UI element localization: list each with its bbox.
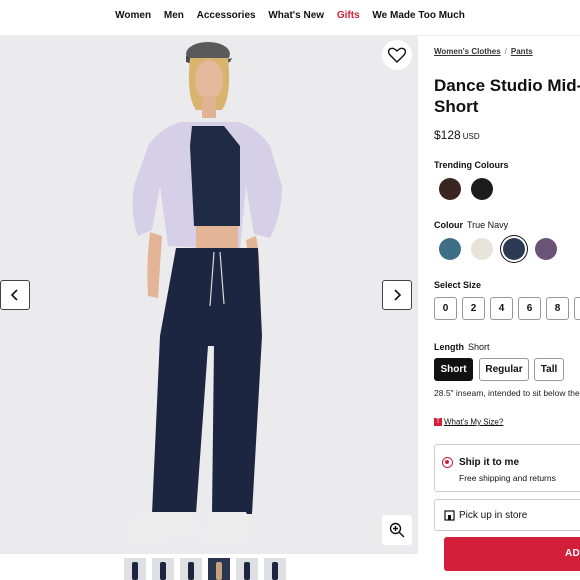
inseam-note: 28.5" inseam, intended to sit below the … (434, 388, 580, 398)
model-right-shoe (204, 512, 249, 540)
colour-swatch-true-navy[interactable] (503, 238, 525, 260)
zoom-in-icon (389, 522, 405, 538)
model-midriff (196, 226, 238, 250)
thumbnail-4[interactable] (208, 558, 230, 580)
breadcrumb-pants[interactable]: Pants (511, 47, 533, 56)
length-label-text: Length (434, 342, 464, 352)
thumbnail-5[interactable] (236, 558, 258, 580)
colour-swatch-teal[interactable] (439, 238, 461, 260)
store-icon (444, 510, 455, 521)
add-to-bag-label: ADD TO BAG (565, 548, 580, 559)
size-option-10[interactable] (574, 297, 580, 320)
wishlist-button[interactable] (382, 40, 412, 70)
length-option-short[interactable]: Short (434, 358, 473, 381)
nav-item-gifts[interactable]: Gifts (337, 10, 360, 21)
selected-length-name: Short (468, 342, 490, 352)
model-left-shoe (128, 512, 196, 540)
price-currency: USD (462, 132, 480, 141)
trending-colours-label: Trending Colours (434, 160, 509, 170)
product-title-line-1: Dance Studio Mid-Rise Pant (434, 76, 580, 95)
product-title-line-2: Short (434, 97, 479, 116)
size-option-4[interactable]: 4 (490, 297, 513, 320)
length-option-tall[interactable]: Tall (534, 358, 564, 381)
length-label: Length Short (434, 342, 490, 352)
length-option-regular[interactable]: Regular (479, 358, 529, 381)
select-size-label: Select Size (434, 280, 482, 290)
ship-title: Ship it to me (459, 457, 519, 468)
pick-up-in-store-option[interactable]: Pick up in store (434, 499, 580, 531)
nav-item-accessories[interactable]: Accessories (197, 10, 256, 21)
size-guide-icon: T (434, 417, 442, 426)
size-option-0[interactable]: 0 (434, 297, 457, 320)
breadcrumb-womens-clothes[interactable]: Women's Clothes (434, 47, 501, 56)
model-left-arm (147, 232, 162, 298)
ship-radio-icon (442, 457, 453, 468)
thumbnail-strip (0, 554, 418, 580)
size-option-8[interactable]: 8 (546, 297, 569, 320)
nav-item-whats-new[interactable]: What's New (268, 10, 324, 21)
product-price: $128 USD (434, 128, 480, 142)
model-pants (152, 248, 262, 514)
nav-item-we-made-too-much[interactable]: We Made Too Much (372, 10, 464, 21)
nav-item-men[interactable]: Men (164, 10, 184, 21)
size-option-6[interactable]: 6 (518, 297, 541, 320)
colour-label-text: Colour (434, 220, 463, 230)
colour-label: Colour True Navy (434, 220, 508, 230)
product-image-gallery (0, 36, 418, 554)
chevron-right-icon (394, 289, 402, 301)
nav-item-women[interactable]: Women (115, 10, 151, 21)
thumbnail-3[interactable] (180, 558, 202, 580)
colour-swatch-bone[interactable] (471, 238, 493, 260)
price-amount: $128 (434, 128, 461, 142)
add-to-bag-button[interactable]: ADD TO BAG (444, 537, 580, 571)
whats-my-size-link[interactable]: T What's My Size? (434, 417, 503, 426)
nav-links: Women Men Accessories What's New Gifts W… (0, 10, 580, 21)
chevron-left-icon (10, 289, 18, 301)
product-info-panel: Women's Clothes/ Pants Dance Studio Mid-R… (434, 36, 580, 580)
model-face (195, 60, 223, 100)
colour-swatch-purple[interactable] (535, 238, 557, 260)
thumbnail-2[interactable] (152, 558, 174, 580)
model-top (190, 126, 240, 226)
model-neck (202, 96, 216, 118)
pickup-title: Pick up in store (459, 510, 528, 521)
selected-colour-name: True Navy (467, 220, 509, 230)
trending-swatch-black[interactable] (471, 178, 493, 200)
whats-my-size-text: What's My Size? (444, 417, 504, 427)
next-image-button[interactable] (382, 280, 412, 310)
thumbnail-1[interactable] (124, 558, 146, 580)
trending-swatch-brown[interactable] (439, 178, 461, 200)
product-photo (128, 42, 282, 540)
top-navigation: Women Men Accessories What's New Gifts W… (0, 0, 580, 36)
previous-image-button[interactable] (0, 280, 30, 310)
breadcrumb: Women's Clothes / Pants (434, 47, 533, 56)
size-option-2[interactable]: 2 (462, 297, 485, 320)
product-title: Dance Studio Mid-Rise Pant Short (434, 75, 580, 117)
ship-it-to-me-option[interactable]: Ship it to me Free shipping and returns (434, 444, 580, 492)
zoom-button[interactable] (382, 515, 412, 545)
thumbnail-6[interactable] (264, 558, 286, 580)
ship-subtitle: Free shipping and returns (459, 473, 556, 483)
heart-icon (388, 47, 406, 63)
breadcrumb-separator: / (504, 47, 507, 56)
